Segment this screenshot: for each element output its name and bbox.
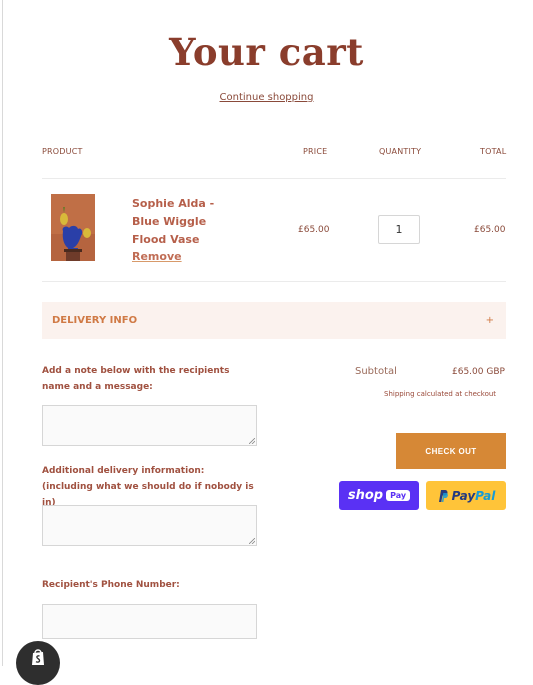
- table-divider: [42, 178, 506, 179]
- subtotal-label: Subtotal: [355, 366, 397, 377]
- item-total: £65.00: [474, 225, 506, 235]
- shop-pay-shop-text: shop: [347, 488, 384, 503]
- paypal-pay-text: Pay: [451, 488, 476, 503]
- item-price: £65.00: [298, 225, 330, 235]
- shopify-bag-icon: [32, 649, 44, 665]
- header-product: PRODUCT: [42, 147, 83, 156]
- paypal-button[interactable]: PayPal: [426, 481, 506, 510]
- product-name-line: Blue Wiggle: [132, 215, 207, 228]
- product-name-line: Flood Vase: [132, 233, 200, 246]
- subtotal-value: £65.00 GBP: [452, 367, 505, 377]
- product-name-line: Sophie Alda -: [132, 197, 215, 210]
- expand-plus-icon: +: [485, 315, 494, 326]
- shopify-badge[interactable]: [16, 641, 60, 685]
- shop-pay-button[interactable]: shop Pay: [339, 481, 419, 510]
- checkout-button[interactable]: CHECK OUT: [396, 433, 506, 469]
- header-price: PRICE: [303, 147, 328, 156]
- product-name-link[interactable]: Sophie Alda - Blue Wiggle Flood Vase: [132, 195, 232, 249]
- remove-item-link[interactable]: Remove: [132, 250, 182, 263]
- header-quantity: QUANTITY: [379, 147, 422, 156]
- delivery-info-label: DELIVERY INFO: [52, 315, 138, 326]
- page-title: Your cart: [169, 30, 364, 74]
- paypal-pal-text: Pal: [475, 488, 496, 503]
- resize-grip-icon: [249, 538, 255, 544]
- paypal-p-icon: [438, 489, 448, 502]
- header-total: TOTAL: [480, 147, 507, 156]
- delivery-instructions-textarea[interactable]: [42, 505, 257, 546]
- delivery-instructions-label: Additional delivery information: (includ…: [42, 466, 254, 508]
- product-thumbnail[interactable]: [51, 194, 95, 261]
- continue-shopping-link[interactable]: Continue shopping: [0, 92, 533, 103]
- delivery-info-toggle[interactable]: DELIVERY INFO +: [42, 302, 506, 339]
- table-divider-bottom: [42, 281, 506, 282]
- phone-label: Recipient's Phone Number:: [42, 580, 180, 590]
- note-label: Add a note below with the recipients nam…: [42, 366, 230, 392]
- phone-input[interactable]: [42, 604, 257, 639]
- quantity-input[interactable]: [378, 215, 420, 244]
- shipping-note: Shipping calculated at checkout: [384, 390, 497, 398]
- shop-pay-pay-text: Pay: [386, 490, 411, 501]
- resize-grip-icon: [249, 438, 255, 444]
- note-textarea[interactable]: [42, 405, 257, 446]
